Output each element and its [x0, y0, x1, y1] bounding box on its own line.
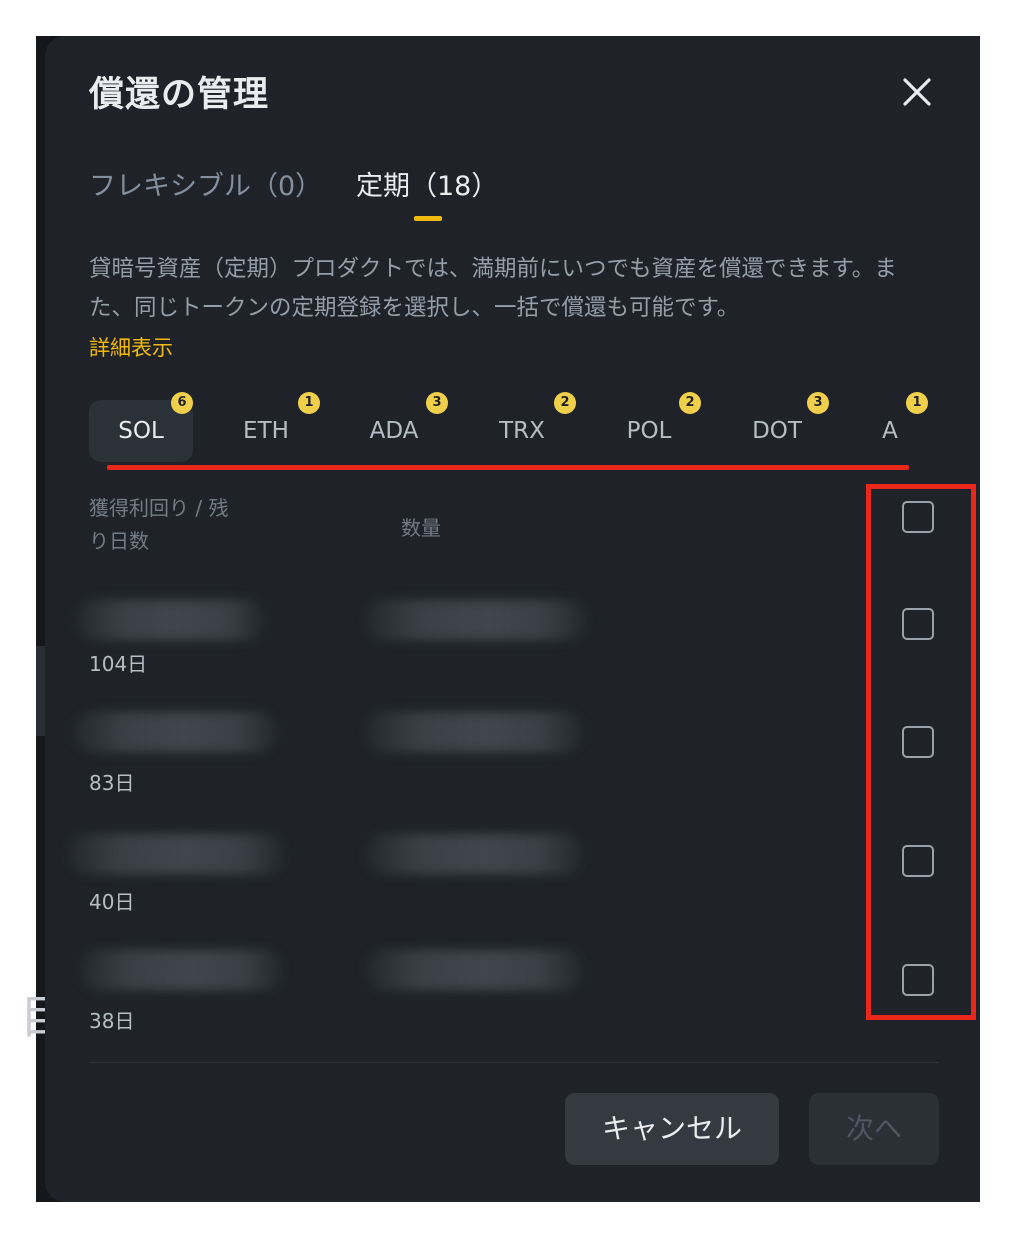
next-button[interactable]: 次へ — [809, 1093, 939, 1165]
remaining-days: 40日 — [89, 890, 135, 914]
count-badge: 2 — [554, 392, 576, 414]
tab-flexible[interactable]: フレキシブル（0） — [89, 164, 322, 203]
coin-tab-label: POL — [626, 418, 672, 444]
description-text: 貸暗号資産（定期）プロダクトでは、満期前にいつでも資産を償還できます。また、同じ… — [89, 256, 897, 321]
row-checkbox[interactable] — [902, 845, 934, 877]
coin-tab-dot[interactable]: DOT 3 — [742, 392, 829, 462]
remaining-days: 104日 — [89, 652, 148, 676]
redacted-yield — [75, 600, 265, 640]
redacted-quantity — [365, 712, 583, 752]
redacted-quantity — [365, 950, 583, 990]
count-badge: 3 — [807, 392, 829, 414]
remaining-days: 38日 — [89, 1009, 135, 1033]
coin-tab-a[interactable]: A 1 — [870, 392, 928, 462]
select-all-checkbox[interactable] — [902, 501, 934, 533]
redeem-modal: 償還の管理 フレキシブル（0） 定期（18） 貸暗号資産（定期）プロダクトでは、… — [45, 36, 980, 1202]
redacted-yield — [67, 834, 285, 874]
coin-tab-eth[interactable]: ETH 1 — [231, 392, 320, 462]
footer-divider — [89, 1062, 939, 1063]
row-checkbox[interactable] — [902, 726, 934, 758]
redacted-yield — [79, 950, 283, 990]
redacted-yield — [73, 712, 278, 752]
count-badge: 6 — [171, 392, 193, 414]
tab-fixed[interactable]: 定期（18） — [356, 164, 498, 203]
row-checkbox[interactable] — [902, 608, 934, 640]
modal-title: 償還の管理 — [89, 75, 270, 115]
coin-tab-label: DOT — [752, 418, 802, 444]
coin-tab-label: ETH — [243, 418, 289, 444]
coin-tab-trx[interactable]: TRX 2 — [487, 392, 576, 462]
annotation-underline — [107, 465, 909, 470]
redacted-quantity — [365, 834, 583, 874]
column-header-quantity: 数量 — [401, 516, 441, 540]
coin-tab-pol[interactable]: POL 2 — [614, 392, 701, 462]
coin-tab-label: ADA — [369, 418, 419, 444]
background-strip — [36, 646, 45, 736]
coin-tab-label: SOL — [118, 418, 164, 444]
coin-tab-label: A — [882, 418, 898, 444]
column-header-yield: 獲得利回り / 残り日数 — [89, 496, 229, 553]
count-badge: 1 — [906, 392, 928, 414]
count-badge: 1 — [298, 392, 320, 414]
row-checkbox[interactable] — [902, 964, 934, 996]
details-link[interactable]: 詳細表示 — [89, 332, 173, 362]
cancel-button[interactable]: キャンセル — [565, 1093, 779, 1165]
close-icon[interactable] — [895, 70, 939, 114]
remaining-days: 83日 — [89, 771, 135, 795]
coin-tab-ada[interactable]: ADA 3 — [359, 392, 448, 462]
coin-tab-sol[interactable]: SOL 6 — [89, 392, 193, 462]
coin-tab-bar: SOL 6 ETH 1 ADA 3 TRX 2 POL 2 DOT 3 A 1 — [45, 392, 980, 468]
coin-tab-label: TRX — [499, 418, 545, 444]
count-badge: 2 — [679, 392, 701, 414]
redacted-quantity — [365, 600, 587, 640]
active-tab-indicator — [414, 216, 442, 221]
count-badge: 3 — [426, 392, 448, 414]
